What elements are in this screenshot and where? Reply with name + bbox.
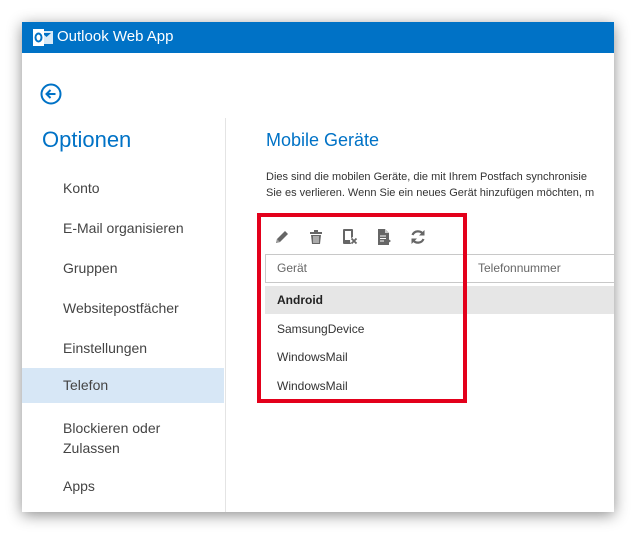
- description-line-2: Sie es verlieren. Wenn Sie ein neues Ger…: [266, 187, 595, 199]
- nav-item-label: E-Mail organisieren: [63, 220, 184, 236]
- device-name: Android: [277, 293, 323, 307]
- sidebar-divider: [225, 118, 226, 512]
- details-icon[interactable]: [374, 227, 394, 247]
- nav-item-apps[interactable]: Apps: [22, 476, 224, 496]
- table-row[interactable]: SamsungDevice: [265, 315, 614, 343]
- nav-item-label: Konto: [63, 180, 100, 196]
- device-name: WindowsMail: [277, 350, 348, 364]
- nav-item-konto[interactable]: Konto: [22, 178, 224, 198]
- back-arrow-icon[interactable]: [40, 83, 62, 105]
- column-header-geraet[interactable]: Gerät: [265, 254, 467, 283]
- nav-item-email-organisieren[interactable]: E-Mail organisieren: [22, 218, 224, 238]
- sidebar-title: Optionen: [42, 127, 132, 152]
- nav-item-label: Websitepostfächer: [63, 300, 179, 316]
- nav-item-einstellungen[interactable]: Einstellungen: [22, 338, 224, 358]
- device-name: WindowsMail: [277, 379, 348, 393]
- block-device-icon[interactable]: [340, 227, 360, 247]
- device-name: SamsungDevice: [277, 322, 365, 336]
- outlook-window: Outlook Web App Optionen Konto E-Mail or…: [22, 22, 614, 512]
- outlook-logo-icon[interactable]: [33, 29, 53, 46]
- app-title: Outlook Web App: [57, 28, 174, 45]
- column-header-telefonnummer[interactable]: Telefonnummer: [466, 254, 614, 283]
- nav-item-gruppen[interactable]: Gruppen: [22, 258, 224, 278]
- top-bar: Outlook Web App: [22, 22, 614, 53]
- nav-item-label: Einstellungen: [63, 340, 148, 356]
- table-row[interactable]: Android: [265, 286, 614, 314]
- table-row[interactable]: WindowsMail: [265, 343, 614, 371]
- nav-item-label: Blockieren oder Zulassen: [63, 420, 161, 456]
- delete-icon[interactable]: [306, 227, 326, 247]
- refresh-icon[interactable]: [408, 227, 428, 247]
- page-description: Dies sind die mobilen Geräte, die mit Ih…: [266, 169, 594, 201]
- nav-item-websitepostfaecher[interactable]: Websitepostfächer: [22, 298, 224, 318]
- description-line-1: Dies sind die mobilen Geräte, die mit Ih…: [266, 171, 587, 183]
- edit-icon[interactable]: [272, 227, 292, 247]
- table-row[interactable]: WindowsMail: [265, 372, 614, 400]
- nav-item-label: Telefon: [63, 377, 109, 393]
- page-title: Mobile Geräte: [266, 130, 380, 150]
- nav-item-blockieren-oder-zulassen[interactable]: Blockieren oder Zulassen: [22, 418, 192, 458]
- nav-item-label: Apps: [63, 478, 95, 494]
- nav-item-telefon[interactable]: Telefon: [22, 368, 224, 403]
- nav-item-label: Gruppen: [63, 260, 118, 276]
